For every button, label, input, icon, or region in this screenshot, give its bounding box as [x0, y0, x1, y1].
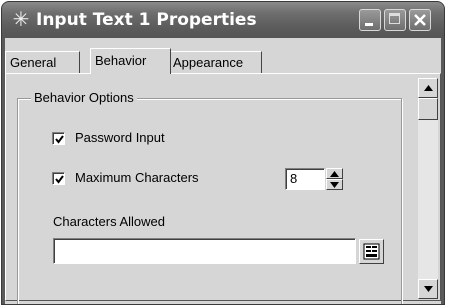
arrow-up-icon [424, 85, 433, 91]
maximum-characters-spinner [326, 168, 343, 190]
characters-allowed-picker-button[interactable] [359, 239, 384, 264]
maximum-characters-label[interactable]: Maximum Characters [75, 170, 199, 186]
maximum-characters-input[interactable]: 8 [285, 168, 325, 190]
characters-allowed-input[interactable] [53, 238, 356, 264]
behavior-options-label: Behavior Options [31, 90, 137, 106]
scroll-down-button[interactable] [418, 279, 438, 299]
arrow-down-icon [424, 286, 433, 292]
minimize-button[interactable] [359, 9, 381, 31]
dialog-body: General Behavior Appearance Behavior Opt… [5, 38, 441, 304]
scroll-up-button[interactable] [418, 78, 438, 98]
tab-strip: General Behavior Appearance [5, 48, 441, 74]
checkmark-icon [55, 135, 64, 144]
characters-allowed-label: Characters Allowed [53, 214, 165, 229]
maximize-button[interactable] [384, 9, 406, 31]
spin-up-button[interactable] [326, 168, 343, 179]
close-icon [414, 14, 426, 26]
maximum-characters-checkbox[interactable] [52, 172, 65, 185]
checkmark-icon [55, 175, 64, 184]
password-input-label[interactable]: Password Input [75, 130, 165, 146]
asterisk-icon: ✳ [12, 9, 30, 31]
vertical-scrollbar[interactable] [418, 78, 438, 299]
close-button[interactable] [409, 9, 431, 31]
arrow-down-icon [330, 182, 339, 188]
title-bar[interactable]: ✳ Input Text 1 Properties [2, 2, 444, 38]
spin-down-button[interactable] [326, 179, 343, 190]
window-title: Input Text 1 Properties [36, 10, 257, 30]
arrow-up-icon [330, 171, 339, 177]
tab-appearance[interactable]: Appearance [168, 51, 262, 73]
scroll-thumb[interactable] [418, 98, 438, 120]
properties-window: ✳ Input Text 1 Properties General Behavi… [1, 1, 445, 305]
grid-picker-icon [363, 243, 380, 260]
tab-general[interactable]: General [5, 51, 80, 73]
password-input-checkbox[interactable] [52, 132, 65, 145]
tab-behavior[interactable]: Behavior [90, 48, 171, 74]
